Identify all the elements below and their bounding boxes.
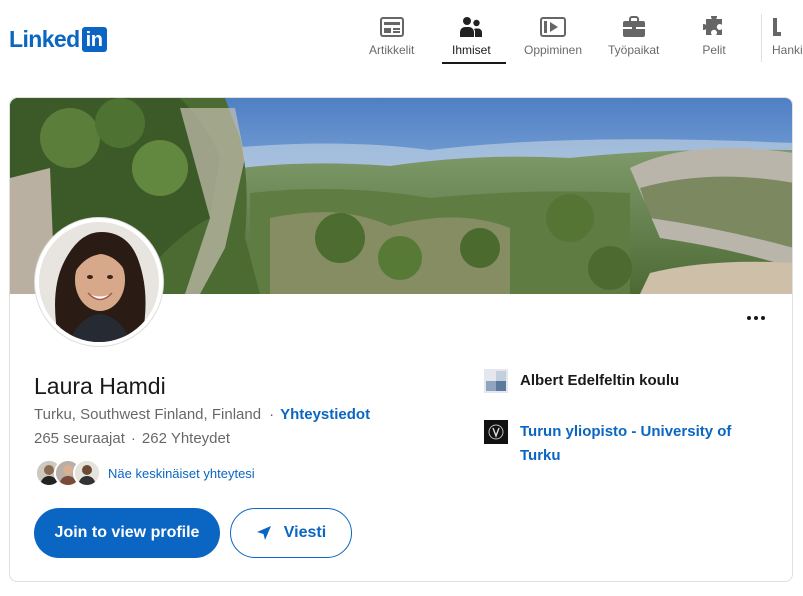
- top-navigation: Linked in Artikkelit Ihmiset Oppiminen Ty…: [0, 0, 803, 74]
- nav-label-learning: Oppiminen: [524, 43, 583, 57]
- join-to-view-profile-button[interactable]: Join to view profile: [34, 508, 220, 558]
- nav-item-get-app[interactable]: Hanki: [772, 14, 803, 66]
- nav-item-jobs[interactable]: Työpaikat: [608, 14, 659, 66]
- profile-location-line: Turku, Southwest Finland, Finland · Yhteys…: [34, 406, 371, 423]
- avatar: [73, 459, 101, 487]
- nav-label-people: Ihmiset: [452, 43, 491, 57]
- nav-label-games: Pelit: [702, 43, 726, 57]
- school-name: Albert Edelfeltin koulu: [520, 372, 680, 389]
- followers-count: 265 seuraajat: [34, 430, 125, 447]
- more-horizontal-icon: [747, 316, 751, 320]
- nav-label-jobs: Työpaikat: [608, 43, 660, 57]
- articles-icon: [379, 14, 405, 40]
- profile-avatar[interactable]: [35, 218, 163, 346]
- active-tab-indicator: [442, 62, 506, 64]
- jobs-icon: [621, 14, 647, 40]
- university-name-link[interactable]: Turun yliopisto - University of Turku: [520, 420, 750, 468]
- mutual-connection-avatars: [35, 459, 101, 487]
- profile-location: Turku, Southwest Finland, Finland: [34, 406, 262, 423]
- contact-info-link[interactable]: Yhteystiedot: [280, 406, 370, 423]
- message-button[interactable]: Viesti: [230, 508, 352, 558]
- linkedin-logo[interactable]: Linked in: [9, 26, 107, 52]
- connections-count: 262 Yhteydet: [141, 430, 231, 447]
- nav-item-people[interactable]: Ihmiset: [452, 14, 491, 66]
- nav-item-articles[interactable]: Artikkelit: [369, 14, 414, 66]
- more-options-button[interactable]: [740, 304, 772, 332]
- mutual-connections-link[interactable]: Näe keskinäiset yhteytesi: [35, 459, 255, 487]
- education-item-2[interactable]: Turun yliopisto - University of Turku: [484, 420, 750, 468]
- nav-item-learning[interactable]: Oppiminen: [524, 14, 582, 66]
- nav-label-articles: Artikkelit: [369, 43, 415, 57]
- message-button-label: Viesti: [283, 524, 327, 541]
- nav-divider: [761, 14, 762, 62]
- people-icon: [458, 14, 484, 40]
- education-item-1[interactable]: Albert Edelfeltin koulu: [484, 369, 679, 393]
- games-icon: [701, 14, 727, 40]
- send-icon: [256, 525, 272, 541]
- profile-card: Laura Hamdi Turku, Southwest Finland, Fi…: [9, 97, 793, 582]
- university-logo: [484, 420, 508, 444]
- profile-stats: 265 seuraajat · 262 Yhteydet: [34, 430, 231, 447]
- nav-item-games[interactable]: Pelit: [701, 14, 727, 66]
- get-app-icon: [772, 14, 798, 40]
- mutual-connections-label: Näe keskinäiset yhteytesi: [108, 465, 255, 481]
- learning-icon: [540, 14, 567, 40]
- profile-name: Laura Hamdi: [34, 373, 166, 399]
- school-logo: [484, 369, 508, 393]
- nav-label-get-app: Hanki: [772, 43, 803, 57]
